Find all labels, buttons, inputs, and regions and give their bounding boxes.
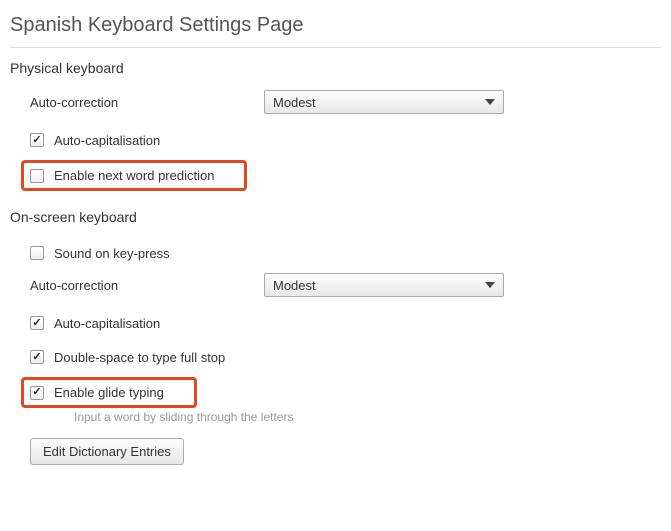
onscreen-glide-typing-label: Enable glide typing (54, 385, 164, 400)
highlight-next-word-prediction: Enable next word prediction (21, 160, 247, 191)
page-title: Spanish Keyboard Settings Page (10, 14, 661, 37)
onscreen-auto-correction-value: Modest (273, 278, 316, 293)
onscreen-glide-typing-hint: Input a word by sliding through the lett… (74, 410, 661, 424)
onscreen-glide-typing-checkbox[interactable] (30, 386, 44, 400)
section-onscreen-title: On-screen keyboard (10, 209, 661, 225)
highlight-glide-typing: Enable glide typing (21, 377, 197, 408)
divider (10, 47, 661, 48)
physical-auto-capitalisation-label: Auto-capitalisation (54, 133, 160, 148)
physical-next-word-prediction-label: Enable next word prediction (54, 168, 214, 183)
physical-auto-correction-label: Auto-correction (30, 95, 264, 110)
chevron-down-icon (485, 99, 495, 105)
onscreen-double-space-checkbox[interactable] (30, 350, 44, 364)
onscreen-double-space-label: Double-space to type full stop (54, 350, 225, 365)
section-physical-title: Physical keyboard (10, 60, 661, 76)
physical-auto-capitalisation-checkbox[interactable] (30, 133, 44, 147)
onscreen-sound-label: Sound on key-press (54, 246, 170, 261)
edit-dictionary-button[interactable]: Edit Dictionary Entries (30, 438, 184, 465)
onscreen-auto-capitalisation-label: Auto-capitalisation (54, 316, 160, 331)
physical-next-word-prediction-checkbox[interactable] (30, 169, 44, 183)
onscreen-sound-checkbox[interactable] (30, 246, 44, 260)
onscreen-auto-correction-select[interactable]: Modest (264, 273, 504, 297)
physical-auto-correction-select[interactable]: Modest (264, 90, 504, 114)
onscreen-auto-capitalisation-checkbox[interactable] (30, 316, 44, 330)
chevron-down-icon (485, 282, 495, 288)
onscreen-auto-correction-label: Auto-correction (30, 278, 264, 293)
physical-auto-correction-value: Modest (273, 95, 316, 110)
